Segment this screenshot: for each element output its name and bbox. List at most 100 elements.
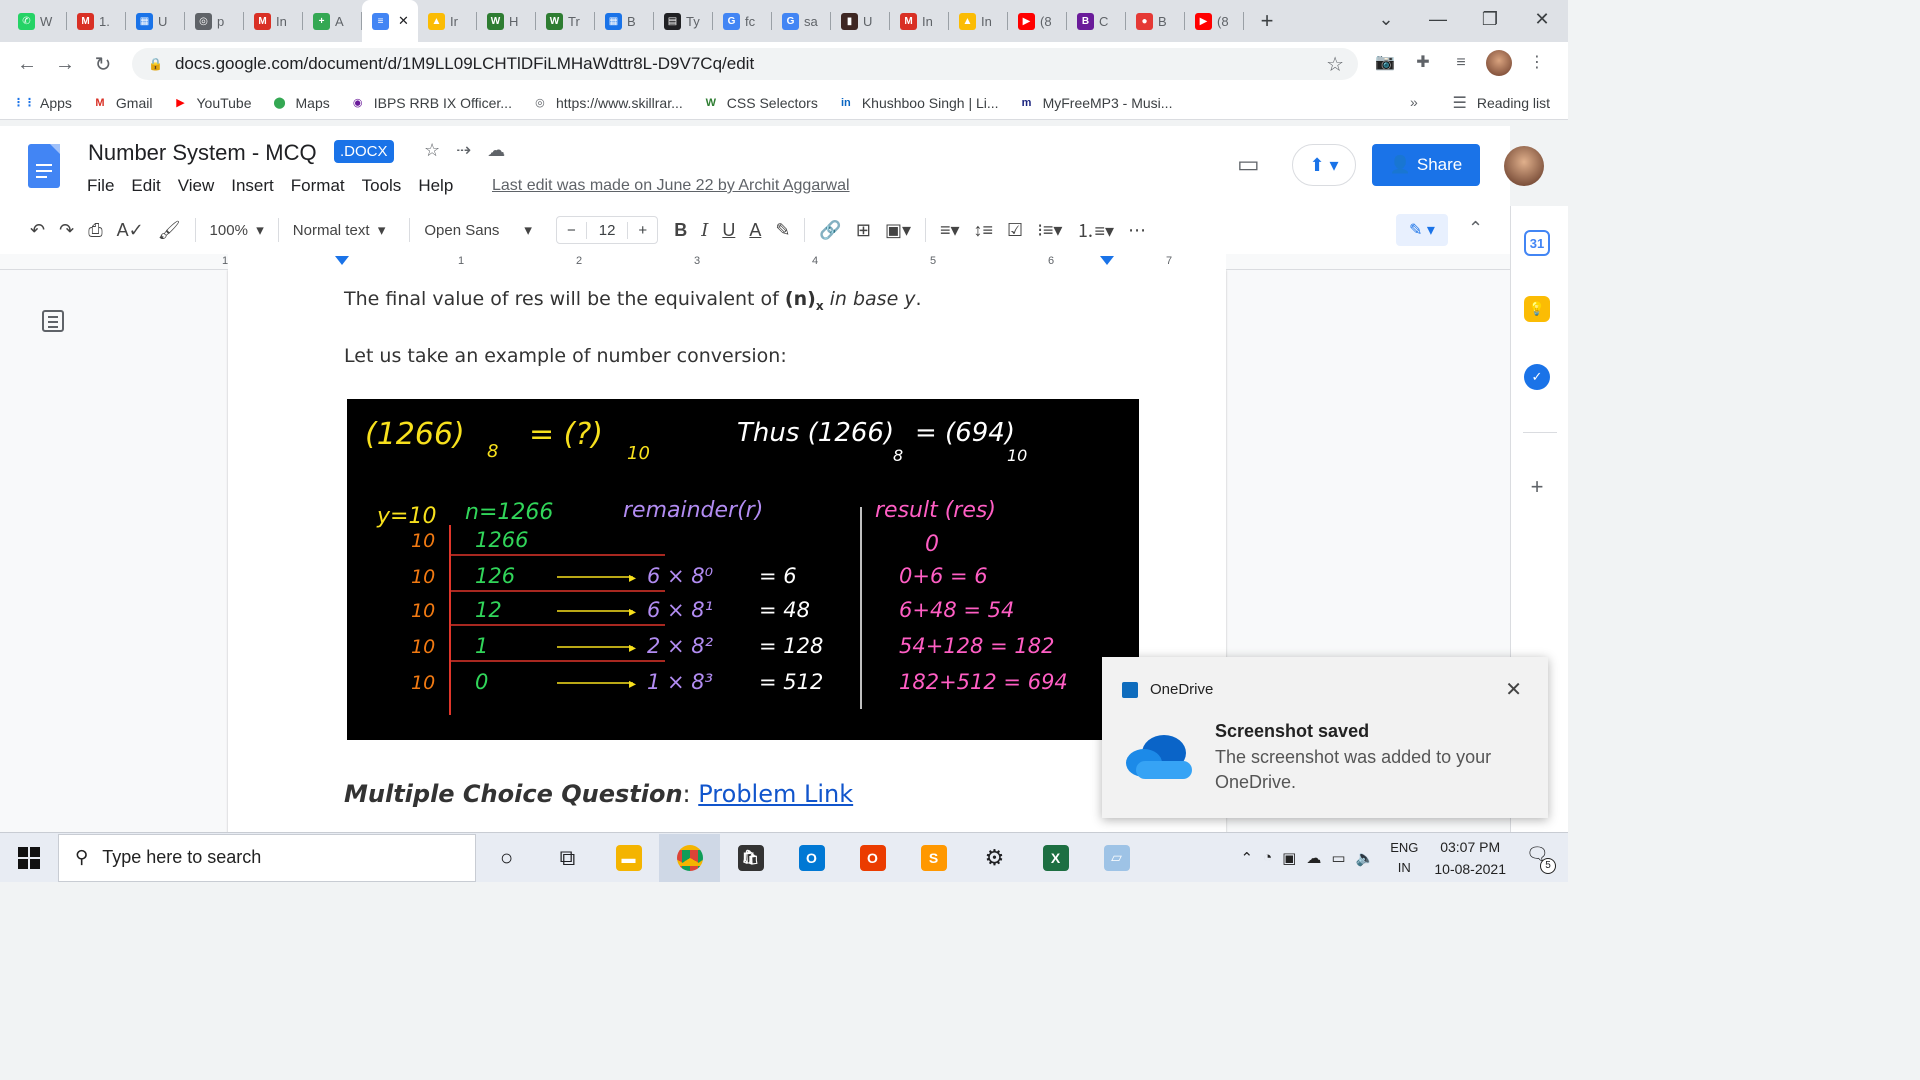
- browser-tab[interactable]: M In: [890, 0, 949, 42]
- move-folder-icon[interactable]: ⇢: [456, 140, 471, 161]
- cortana-icon[interactable]: ○: [476, 834, 537, 882]
- back-icon[interactable]: ←: [8, 53, 46, 76]
- browser-tab[interactable]: M 1.: [67, 0, 126, 42]
- meet-now-icon[interactable]: ▣: [1282, 849, 1296, 867]
- insert-image-icon[interactable]: ▣▾: [885, 220, 911, 241]
- extensions-puzzle-icon[interactable]: ✚: [1410, 50, 1436, 76]
- editing-mode-button[interactable]: ✎ ▾: [1396, 214, 1448, 246]
- font-size-value[interactable]: 12: [585, 221, 629, 239]
- add-addon-icon[interactable]: +: [1524, 474, 1550, 500]
- browser-tab[interactable]: ▦ B: [595, 0, 654, 42]
- taskbar-search[interactable]: ⚲ Type here to search: [58, 833, 476, 882]
- notification-close-icon[interactable]: ✕: [1505, 677, 1522, 702]
- bookmark-item[interactable]: W CSS Selectors: [703, 95, 818, 111]
- bookmark-item[interactable]: ⋮⋮ Apps: [13, 95, 72, 111]
- menu-file[interactable]: File: [87, 176, 114, 196]
- mcq-heading[interactable]: Multiple Choice Question: Problem Link: [344, 780, 853, 808]
- more-options-icon[interactable]: ⋯: [1128, 220, 1146, 241]
- add-comment-icon[interactable]: ⊞: [856, 220, 871, 241]
- menu-tools[interactable]: Tools: [362, 176, 402, 196]
- start-button[interactable]: [0, 833, 58, 883]
- print-icon[interactable]: ⎙: [88, 220, 102, 241]
- onedrive-tray-icon[interactable]: ☁: [1306, 849, 1321, 867]
- redo-icon[interactable]: ↷: [59, 220, 74, 241]
- office-icon[interactable]: O: [842, 834, 903, 882]
- bold-icon[interactable]: B: [674, 220, 687, 241]
- browser-tab[interactable]: ◎ p: [185, 0, 244, 42]
- keep-icon[interactable]: 💡: [1524, 296, 1550, 322]
- url-bar[interactable]: 🔒 docs.google.com/document/d/1M9LL09LCHT…: [132, 48, 1358, 80]
- lock-icon[interactable]: 🔒: [148, 57, 163, 71]
- browser-tab[interactable]: ▲ Ir: [418, 0, 477, 42]
- excel-icon[interactable]: X: [1025, 834, 1086, 882]
- tab-search-icon[interactable]: ⌄: [1360, 9, 1412, 30]
- browser-tab[interactable]: ▮ U: [831, 0, 890, 42]
- settings-gear-icon[interactable]: ⚙: [964, 834, 1025, 882]
- bookmark-item[interactable]: ◎ https://www.skillrar...: [532, 95, 683, 111]
- chrome-icon[interactable]: [659, 833, 720, 882]
- forward-icon[interactable]: →: [46, 53, 84, 76]
- wifi-icon[interactable]: ◔: [1263, 849, 1272, 867]
- bulleted-list-icon[interactable]: ⁝≡▾: [1037, 220, 1062, 241]
- last-edit-link[interactable]: Last edit was made on June 22 by Archit …: [492, 177, 850, 195]
- zoom-select[interactable]: 100% ▾: [210, 221, 264, 240]
- right-indent-marker[interactable]: [1100, 256, 1114, 265]
- left-indent-marker[interactable]: [335, 256, 349, 265]
- browser-tab[interactable]: M In: [244, 0, 303, 42]
- browser-tab[interactable]: ✆ W: [8, 0, 67, 42]
- bookmark-item[interactable]: m MyFreeMP3 - Musi...: [1019, 95, 1173, 111]
- menu-insert[interactable]: Insert: [231, 176, 274, 196]
- new-tab-button[interactable]: +: [1252, 8, 1282, 34]
- document-title[interactable]: Number System - MCQ: [88, 140, 317, 166]
- task-view-icon[interactable]: ⧉: [537, 834, 598, 882]
- bookmark-item[interactable]: ◉ IBPS RRB IX Officer...: [350, 95, 512, 111]
- underline-icon[interactable]: U: [722, 220, 735, 241]
- bookmarks-overflow-icon[interactable]: »: [1410, 94, 1418, 110]
- outlook-icon[interactable]: O: [781, 834, 842, 882]
- menu-help[interactable]: Help: [418, 176, 453, 196]
- tab-close-icon[interactable]: ✕: [398, 13, 409, 29]
- browser-tab[interactable]: ● B: [1126, 0, 1185, 42]
- style-select[interactable]: Normal text ▾: [293, 221, 386, 240]
- align-icon[interactable]: ≡▾: [940, 220, 960, 241]
- spellcheck-icon[interactable]: A✓: [117, 220, 144, 241]
- cloud-status-icon[interactable]: ☁: [487, 140, 505, 161]
- browser-tab[interactable]: ▦ U: [126, 0, 185, 42]
- increase-font-icon[interactable]: +: [628, 222, 657, 239]
- browser-tab[interactable]: WH: [477, 0, 536, 42]
- present-button[interactable]: ⬆ ▾: [1292, 144, 1356, 186]
- line-spacing-icon[interactable]: ↕≡: [974, 220, 994, 241]
- bookmark-star-icon[interactable]: ☆: [1326, 52, 1344, 77]
- link-icon[interactable]: 🔗: [819, 220, 841, 241]
- paragraph-final-value[interactable]: The final value of res will be the equiv…: [344, 288, 922, 313]
- star-icon[interactable]: ☆: [424, 140, 440, 161]
- document-outline-icon[interactable]: [42, 310, 64, 332]
- collapse-menus-icon[interactable]: ⌃: [1468, 218, 1483, 239]
- docs-logo-icon[interactable]: [28, 144, 60, 188]
- browser-tab[interactable]: Gfc: [713, 0, 772, 42]
- browser-tab[interactable]: ▶ (8: [1185, 0, 1244, 42]
- browser-tab[interactable]: + A: [303, 0, 362, 42]
- conversion-example-image[interactable]: (1266) 8 = (?) 10 Thus (1266) 8 = (694) …: [347, 399, 1139, 740]
- profile-avatar[interactable]: [1486, 50, 1512, 76]
- highlight-icon[interactable]: ✎: [775, 220, 790, 241]
- clock[interactable]: 03:07 PM 10-08-2021: [1434, 836, 1506, 880]
- show-hidden-icon[interactable]: ⌃: [1241, 849, 1254, 867]
- comment-history-icon[interactable]: ▭: [1237, 150, 1260, 179]
- browser-tab[interactable]: ▤ Ty: [654, 0, 713, 42]
- bookmark-item[interactable]: in Khushboo Singh | Li...: [838, 95, 999, 111]
- bookmark-item[interactable]: ▶ YouTube: [172, 95, 251, 111]
- numbered-list-icon[interactable]: ⒈≡▾: [1076, 217, 1114, 243]
- onedrive-notification[interactable]: OneDrive ✕ Screenshot saved The screensh…: [1102, 657, 1548, 818]
- browser-menu-icon[interactable]: ⋮: [1524, 50, 1550, 76]
- volume-icon[interactable]: 🔈: [1356, 849, 1375, 867]
- menu-format[interactable]: Format: [291, 176, 345, 196]
- undo-icon[interactable]: ↶: [30, 220, 45, 241]
- url-text[interactable]: docs.google.com/document/d/1M9LL09LCHTlD…: [175, 54, 754, 74]
- browser-tab[interactable]: W Tr: [536, 0, 595, 42]
- file-explorer-icon[interactable]: ▬: [598, 834, 659, 882]
- share-button[interactable]: 👤 Share: [1372, 144, 1480, 186]
- italic-icon[interactable]: I: [701, 220, 708, 241]
- browser-tab[interactable]: Gsa: [772, 0, 831, 42]
- restore-button[interactable]: ❐: [1464, 9, 1516, 30]
